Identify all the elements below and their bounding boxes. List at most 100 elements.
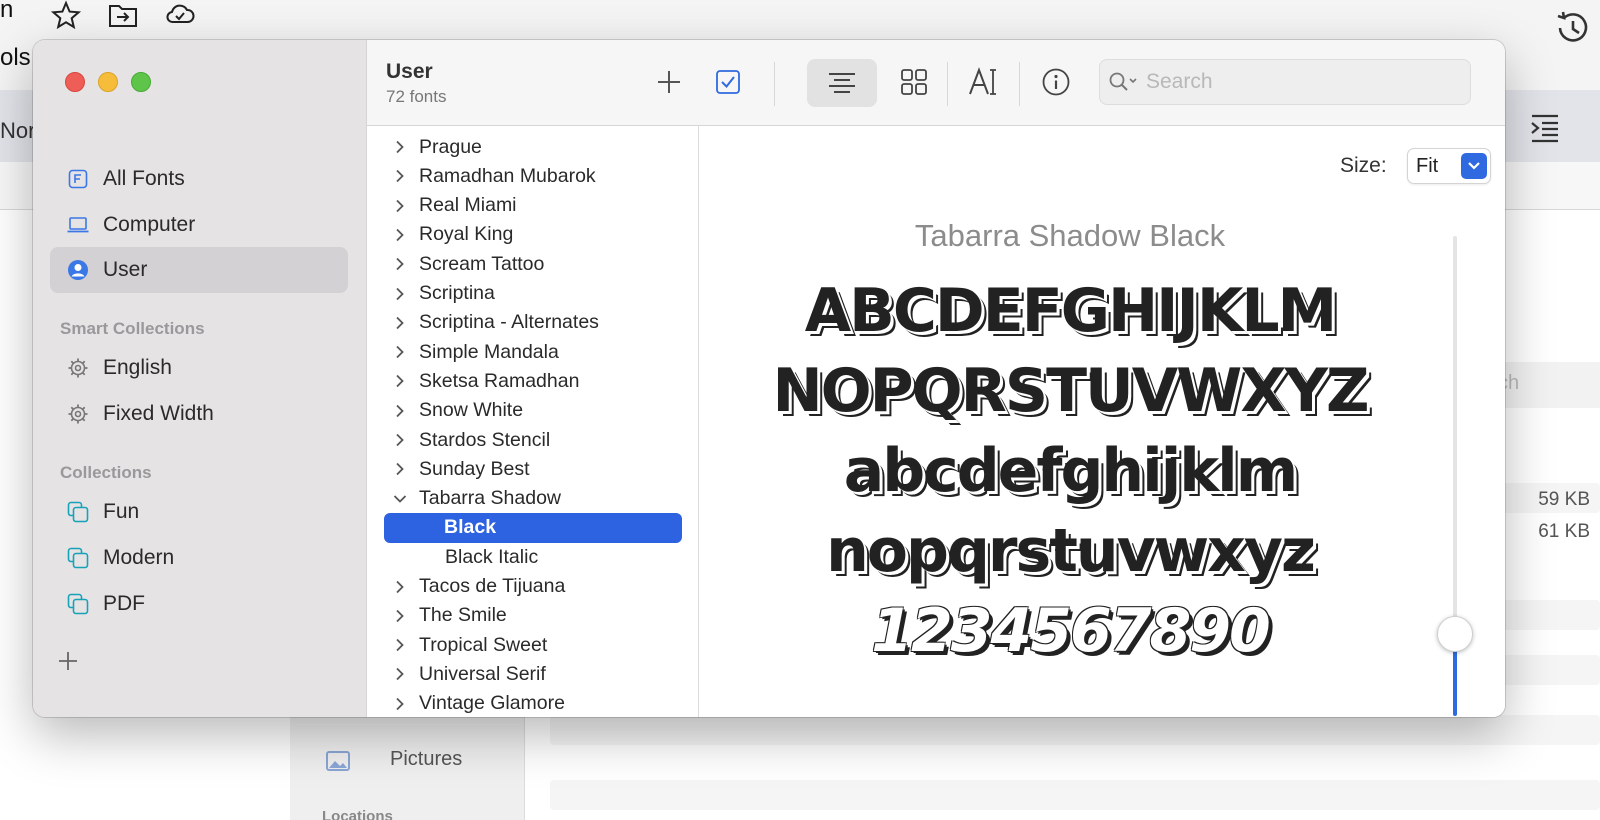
font-name-label: Tacos de Tijuana bbox=[419, 575, 566, 597]
chevron-right-icon[interactable] bbox=[393, 257, 407, 271]
size-slider-knob[interactable] bbox=[1437, 616, 1473, 653]
sidebar-item-label: Fun bbox=[103, 500, 140, 523]
sidebar-item-all-fonts[interactable]: All Fonts bbox=[50, 156, 348, 202]
info-icon bbox=[1042, 68, 1070, 96]
background-finder-search[interactable]: ch bbox=[1490, 362, 1600, 408]
font-family-row[interactable]: Sunday Best bbox=[367, 454, 698, 484]
chevron-right-icon[interactable] bbox=[393, 404, 407, 418]
font-family-row[interactable]: Royal King bbox=[367, 220, 698, 250]
font-family-row[interactable]: Vintage Glamore bbox=[367, 689, 698, 717]
folder-move-icon[interactable] bbox=[107, 0, 139, 30]
minimize-window-button[interactable] bbox=[98, 72, 118, 92]
font-face-row[interactable]: Black Italic bbox=[367, 542, 698, 572]
chevron-right-icon[interactable] bbox=[393, 199, 407, 213]
chevron-right-icon[interactable] bbox=[393, 462, 407, 476]
font-family-row[interactable]: Real Miami bbox=[367, 191, 698, 221]
font-family-list[interactable]: Prague Ramadhan Mubarok Real Miami Royal Ki… bbox=[367, 126, 699, 717]
laptop-icon bbox=[67, 214, 89, 236]
toolbar-separator bbox=[947, 62, 948, 106]
toolbar: User 72 fonts bbox=[367, 40, 1505, 126]
sidebar-item-fixed-width[interactable]: Fixed Width bbox=[50, 391, 348, 437]
search-input[interactable] bbox=[1146, 70, 1446, 94]
background-finder-locations-heading: Locations bbox=[322, 808, 393, 820]
font-face-row[interactable]: Black bbox=[384, 512, 682, 543]
text-align-center-icon bbox=[829, 73, 855, 93]
font-family-row[interactable]: Sketsa Ramadhan bbox=[367, 366, 698, 396]
search-icon bbox=[1108, 70, 1140, 94]
sidebar-item-computer[interactable]: Computer bbox=[50, 202, 348, 248]
font-name-label: Sketsa Ramadhan bbox=[419, 369, 580, 392]
font-family-row[interactable]: The Smile bbox=[367, 601, 698, 631]
chevron-right-icon[interactable] bbox=[393, 287, 407, 301]
font-family-row[interactable]: Simple Mandala bbox=[367, 337, 698, 367]
sidebar-item-modern[interactable]: Modern bbox=[50, 535, 348, 581]
background-finder-pictures[interactable]: Pictures bbox=[390, 748, 462, 771]
history-icon[interactable] bbox=[1552, 8, 1592, 48]
sidebar-item-english[interactable]: English bbox=[50, 345, 348, 391]
sidebar-item-user[interactable]: User bbox=[50, 247, 348, 293]
font-name-label: Tropical Sweet bbox=[419, 633, 548, 656]
activate-font-button[interactable] bbox=[708, 62, 748, 102]
font-family-row[interactable]: Scriptina - Alternates bbox=[367, 308, 698, 338]
sidebar-item-fun[interactable]: Fun bbox=[50, 489, 348, 535]
chevron-right-icon[interactable] bbox=[393, 140, 407, 154]
collection-icon bbox=[67, 593, 89, 615]
indent-icon[interactable] bbox=[1528, 112, 1562, 144]
window-title: User bbox=[386, 60, 433, 83]
size-select[interactable]: Fit bbox=[1407, 148, 1491, 184]
cloud-check-icon[interactable] bbox=[164, 0, 196, 30]
font-name-label: Black Italic bbox=[445, 545, 539, 568]
font-family-row[interactable]: Prague bbox=[367, 132, 698, 162]
chevron-right-icon[interactable] bbox=[393, 228, 407, 242]
background-finder-row bbox=[550, 780, 1600, 810]
font-family-row[interactable]: Stardos Stencil bbox=[367, 425, 698, 455]
sample-view-button[interactable] bbox=[807, 59, 877, 107]
background-file-size: 61 KB bbox=[1538, 521, 1590, 542]
font-family-row[interactable]: Scriptina bbox=[367, 279, 698, 309]
chevron-right-icon[interactable] bbox=[393, 169, 407, 183]
font-name-label: Simple Mandala bbox=[419, 340, 559, 363]
sidebar-item-label: Modern bbox=[103, 546, 175, 569]
chevron-right-icon[interactable] bbox=[393, 609, 407, 623]
chevron-right-icon[interactable] bbox=[393, 638, 407, 652]
sidebar: All Fonts Computer User Smart Collection… bbox=[33, 40, 367, 717]
font-info-button[interactable] bbox=[1036, 62, 1076, 102]
font-family-row[interactable]: Scream Tattoo bbox=[367, 249, 698, 279]
chevron-right-icon[interactable] bbox=[393, 345, 407, 359]
font-name-label: Universal Serif bbox=[419, 662, 546, 685]
font-name-label: Stardos Stencil bbox=[419, 428, 551, 451]
custom-text-button[interactable] bbox=[964, 62, 1004, 102]
add-collection-icon[interactable] bbox=[57, 650, 79, 672]
chevron-right-icon[interactable] bbox=[393, 433, 407, 447]
star-icon[interactable] bbox=[50, 0, 82, 30]
chevron-right-icon[interactable] bbox=[393, 697, 407, 711]
add-font-button[interactable] bbox=[649, 62, 689, 102]
chevron-right-icon[interactable] bbox=[393, 667, 407, 681]
chevron-right-icon[interactable] bbox=[393, 374, 407, 388]
font-family-row[interactable]: Ramadhan Mubarok bbox=[367, 161, 698, 191]
font-family-row[interactable]: Snow White bbox=[367, 396, 698, 426]
zoom-window-button[interactable] bbox=[131, 72, 151, 92]
font-name-label: Snow White bbox=[419, 399, 524, 422]
chevron-right-icon[interactable] bbox=[393, 580, 407, 594]
font-name-label: Prague bbox=[419, 135, 482, 158]
font-family-row[interactable]: Tropical Sweet bbox=[367, 630, 698, 660]
chevron-right-icon[interactable] bbox=[393, 316, 407, 330]
chevron-down-icon bbox=[1461, 153, 1487, 179]
font-name-label: Tabarra Shadow bbox=[419, 487, 562, 510]
font-family-row[interactable]: Tacos de Tijuana bbox=[367, 572, 698, 602]
font-family-row[interactable]: Universal Serif bbox=[367, 659, 698, 689]
preview-lowercase-2: nopqrstuvwxyz bbox=[826, 516, 1316, 586]
collection-icon bbox=[67, 501, 89, 523]
background-finder-content bbox=[1490, 340, 1600, 820]
font-family-row[interactable]: Tabarra Shadow bbox=[367, 484, 698, 514]
checkbox-checked-icon bbox=[716, 70, 740, 94]
search-field[interactable] bbox=[1099, 59, 1471, 105]
sidebar-item-pdf[interactable]: PDF bbox=[50, 581, 348, 627]
close-window-button[interactable] bbox=[65, 72, 85, 92]
chevron-down-icon[interactable] bbox=[393, 492, 407, 506]
size-label: Size: bbox=[1340, 154, 1387, 177]
background-finder-row bbox=[550, 715, 1600, 745]
sidebar-item-label: Computer bbox=[103, 213, 196, 236]
grid-view-button[interactable] bbox=[894, 62, 934, 102]
